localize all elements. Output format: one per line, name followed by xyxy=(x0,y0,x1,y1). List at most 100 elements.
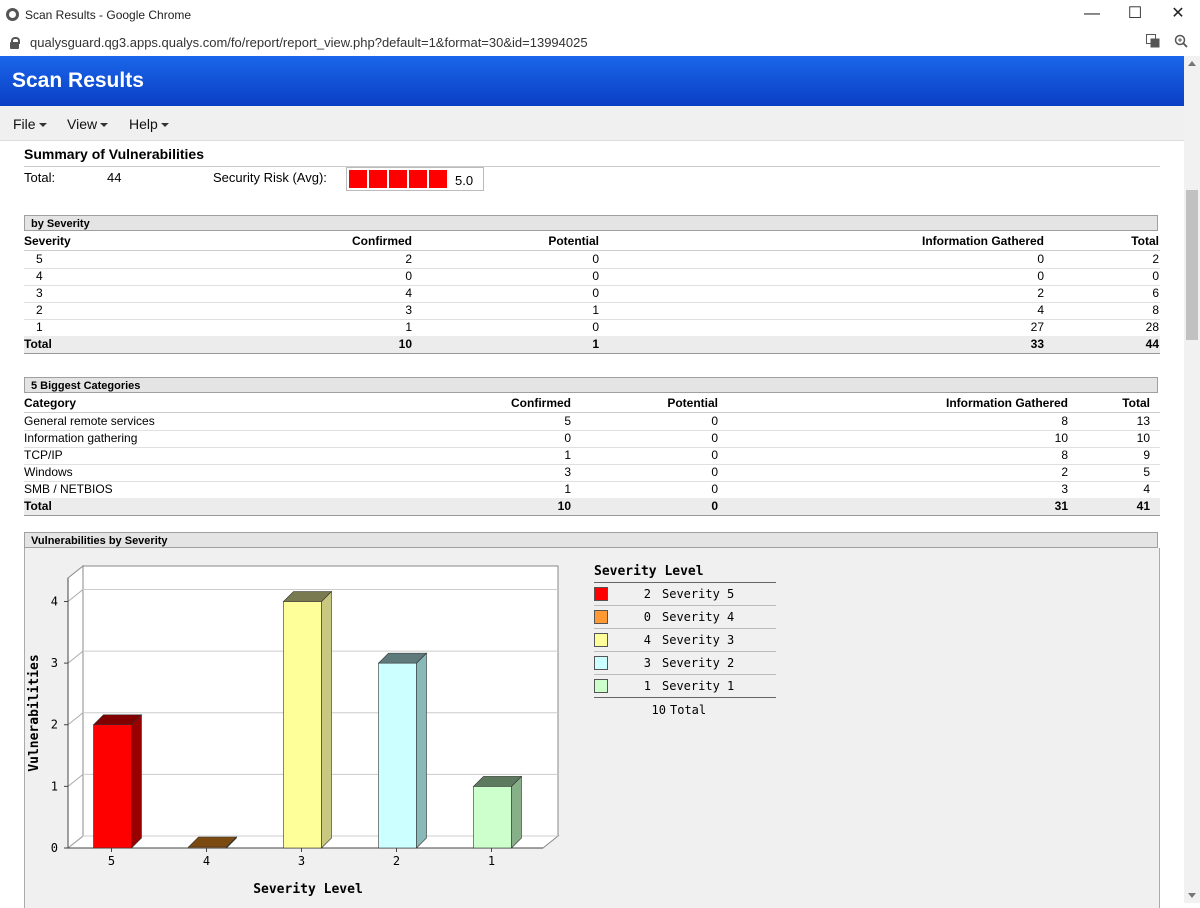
legend-total: 10 Total xyxy=(594,697,776,720)
bar xyxy=(283,601,322,849)
menu-view-label: View xyxy=(67,116,98,132)
summary-title: Summary of Vulnerabilities xyxy=(24,146,204,162)
column-header: Total xyxy=(1131,234,1159,248)
column-header: Confirmed xyxy=(511,396,571,410)
x-tick-label: 3 xyxy=(298,854,305,868)
menu-help[interactable]: Help xyxy=(129,116,169,132)
translate-icon[interactable] xyxy=(1146,34,1160,51)
legend-count: 2 xyxy=(643,587,651,601)
y-axis-label: Vulnerabilities xyxy=(27,654,42,771)
vertical-scrollbar[interactable] xyxy=(1184,56,1200,903)
y-tick-label: 1 xyxy=(51,779,58,793)
table-cell: 0 xyxy=(1037,252,1044,266)
menu-help-label: Help xyxy=(129,116,158,132)
x-axis-label: Severity Level xyxy=(253,882,363,897)
plot-side-wall xyxy=(67,564,84,850)
table-cell: TCP/IP xyxy=(24,448,63,462)
legend-label: Severity 4 xyxy=(662,610,735,624)
table-row: General remote services 5 0 8 13 xyxy=(24,413,1160,431)
table-cell: 0 xyxy=(711,482,718,496)
table-cell: 5 xyxy=(36,252,43,266)
table-cell: 9 xyxy=(1143,448,1150,462)
table-row: TCP/IP 1 0 8 9 xyxy=(24,447,1160,465)
legend-label: Severity 2 xyxy=(662,656,735,670)
table-cell: 0 xyxy=(711,431,718,445)
table-row: 4 0 0 0 0 xyxy=(24,268,1160,286)
table-row: Windows 3 0 2 5 xyxy=(24,464,1160,482)
scrollbar-thumb[interactable] xyxy=(1186,190,1198,340)
risk-segment xyxy=(369,170,387,188)
table-cell: 2 xyxy=(1152,252,1159,266)
table-cell: 0 xyxy=(592,286,599,300)
chart-legend: Severity Level 2 Severity 5 0 Severity 4 4 Se… xyxy=(594,564,776,720)
table-row: SMB / NETBIOS 1 0 3 4 xyxy=(24,481,1160,499)
chevron-down-icon xyxy=(38,123,47,128)
browser-titlebar: Scan Results - Google Chrome — ☐ ✕ xyxy=(0,0,1200,31)
table-cell: 8 xyxy=(1152,303,1159,317)
y-tick-label: 2 xyxy=(51,718,58,732)
minimize-button[interactable]: — xyxy=(1070,0,1114,30)
url-text[interactable]: qualysguard.qg3.apps.qualys.com/fo/repor… xyxy=(30,35,588,50)
chevron-down-icon xyxy=(100,123,109,128)
legend-count: 3 xyxy=(643,656,651,670)
risk-segment xyxy=(389,170,407,188)
table-cell: 0 xyxy=(711,414,718,428)
x-tick-label: 2 xyxy=(393,854,400,868)
legend-total-count: 10 xyxy=(651,703,666,717)
table-cell: 4 xyxy=(1143,482,1150,496)
bar-side xyxy=(321,590,332,849)
legend-swatch xyxy=(594,656,608,670)
address-bar[interactable]: qualysguard.qg3.apps.qualys.com/fo/repor… xyxy=(0,30,1200,56)
column-header: Information Gathered xyxy=(921,234,1044,248)
security-risk-meter: 5.0 xyxy=(346,167,484,191)
y-tick-label: 3 xyxy=(51,656,58,670)
table-row: 2 3 1 4 8 xyxy=(24,302,1160,320)
table-cell: 10 xyxy=(1054,431,1068,445)
x-tick-label: 1 xyxy=(488,854,495,868)
close-button[interactable]: ✕ xyxy=(1156,0,1200,30)
total-value: 44 xyxy=(107,170,122,185)
legend-total-label: Total xyxy=(670,703,707,717)
by-severity-header: by Severity xyxy=(24,215,1158,231)
legend-count: 0 xyxy=(643,610,651,624)
legend-swatch xyxy=(594,633,608,647)
table-cell: 3 xyxy=(564,465,571,479)
table-total-row: Total 10 1 33 44 xyxy=(24,336,1160,354)
security-risk-label: Security Risk (Avg): xyxy=(213,170,327,185)
table-cell: 1 xyxy=(564,448,571,462)
legend-label: Severity 5 xyxy=(662,587,735,601)
bar-side xyxy=(511,775,522,849)
menu-file-label: File xyxy=(13,116,36,132)
table-cell: 1 xyxy=(36,320,43,334)
table-cell: 2 xyxy=(36,303,43,317)
lock-icon xyxy=(10,37,20,49)
table-cell: 41 xyxy=(1136,499,1150,513)
table-cell: 0 xyxy=(711,448,718,462)
menu-bar: File View Help xyxy=(0,106,1184,141)
column-header: Information Gathered xyxy=(945,396,1068,410)
app-header: Scan Results xyxy=(0,56,1184,106)
scroll-down-icon[interactable] xyxy=(1188,893,1196,898)
zoom-icon[interactable] xyxy=(1174,34,1188,51)
table-row: Information gathering 0 0 10 10 xyxy=(24,430,1160,448)
bar xyxy=(473,786,512,849)
legend-count: 4 xyxy=(643,633,651,647)
table-cell: 13 xyxy=(1136,414,1150,428)
table-cell: 3 xyxy=(36,286,43,300)
table-cell: 10 xyxy=(398,337,412,351)
column-header: Confirmed xyxy=(352,234,412,248)
table-cell: 3 xyxy=(405,303,412,317)
bar xyxy=(93,724,132,849)
table-cell: 0 xyxy=(1152,269,1159,283)
risk-segment xyxy=(409,170,427,188)
column-header: Severity xyxy=(24,234,71,248)
scroll-up-icon[interactable] xyxy=(1188,61,1196,66)
table-cell: 1 xyxy=(405,320,412,334)
table-cell: SMB / NETBIOS xyxy=(24,482,113,496)
divider xyxy=(24,166,1160,167)
menu-file[interactable]: File xyxy=(13,116,47,132)
maximize-button[interactable]: ☐ xyxy=(1113,0,1157,30)
table-cell: 44 xyxy=(1145,337,1159,351)
menu-view[interactable]: View xyxy=(67,116,109,132)
table-cell: 4 xyxy=(36,269,43,283)
